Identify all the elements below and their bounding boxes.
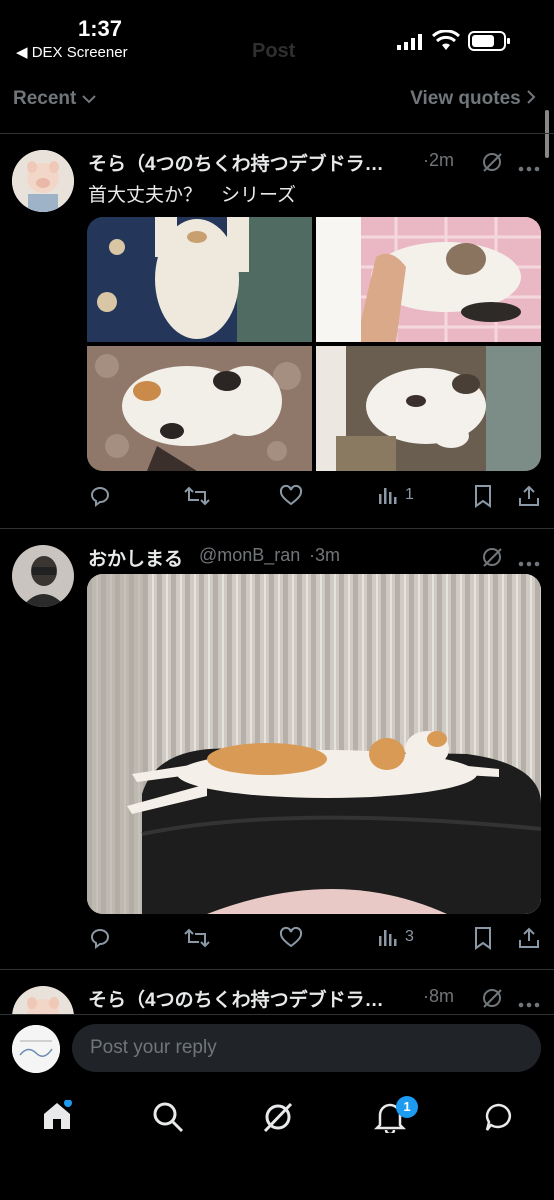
views-icon [379,930,397,946]
views-button[interactable]: 3 [377,926,414,948]
heart-icon [279,926,303,948]
post-image[interactable] [316,217,541,342]
repost-icon [184,486,210,506]
back-to-app-link[interactable]: ◀ DEX Screener [16,43,128,61]
bookmark-icon [475,485,491,508]
bookmark-button[interactable] [472,926,494,950]
bookmark-icon [475,927,491,950]
more-icon[interactable] [518,995,540,1013]
author-name[interactable]: そら（4つのちくわ持つデブドラ… [88,985,384,1012]
notifications-badge: 1 [396,1096,418,1118]
avatar[interactable] [12,150,74,212]
more-icon[interactable] [518,159,540,177]
chevron-down-icon [81,88,96,110]
author-name[interactable]: そら（4つのちくわ持つデブドラ… [88,149,384,176]
recent-filter-label: Recent [13,88,77,110]
more-icon[interactable] [518,554,540,572]
view-quotes-label: View quotes [410,88,521,110]
page-title: Post [252,40,296,62]
grok-icon[interactable] [481,546,503,573]
share-icon [519,485,539,506]
post[interactable]: おかしまる @monB_ran ·3m 3 [0,529,554,969]
avatar[interactable] [12,986,74,1014]
signal-icon [397,34,425,55]
battery-icon [468,30,512,57]
avatar[interactable] [12,545,74,607]
reply-icon [90,487,109,507]
reply-input[interactable]: Post your reply [72,1024,541,1072]
grok-icon[interactable] [481,987,503,1014]
reply-icon [90,929,109,949]
post-image[interactable] [87,346,312,471]
chevron-right-icon [526,88,536,110]
post-time: ·3m [309,545,340,565]
grok-icon[interactable] [481,151,503,178]
author-name[interactable]: おかしまる [88,544,183,571]
status-time: 1:37 [78,16,123,41]
post-image[interactable] [87,217,312,342]
my-avatar[interactable] [12,1025,60,1073]
bookmark-button[interactable] [472,484,494,508]
author-handle[interactable]: @monB_ran [199,545,300,566]
post-image[interactable] [87,574,541,914]
post-time: ·2m [423,150,454,170]
home-icon[interactable] [41,1099,73,1137]
like-button[interactable] [279,484,303,508]
post[interactable]: そら（4つのちくわ持つデブドラ… ·8m [0,970,554,1014]
reply-button[interactable] [88,484,112,508]
share-icon [519,927,539,948]
post[interactable]: そら（4つのちくわ持つデブドラ… ·2m 首大丈夫か？ シリーズ 1 [0,134,554,528]
share-button[interactable] [517,484,541,508]
heart-icon [279,484,303,506]
grok-nav-icon[interactable] [262,1101,294,1138]
views-icon [379,488,397,504]
like-button[interactable] [279,926,303,950]
repost-button[interactable] [184,926,210,950]
share-button[interactable] [517,926,541,950]
post-time: ·8m [423,986,454,1006]
recent-filter-dropdown[interactable]: Recent [13,88,96,110]
post-image[interactable] [316,346,541,471]
reply-button[interactable] [88,926,112,950]
wifi-icon [431,29,461,57]
messages-icon[interactable] [483,1101,515,1138]
post-text: 首大丈夫か？ シリーズ [88,185,297,206]
repost-button[interactable] [184,484,210,508]
view-quotes-link[interactable]: View quotes [410,88,536,110]
views-count: 1 [405,486,414,503]
views-button[interactable]: 1 [377,484,414,506]
search-icon[interactable] [152,1101,184,1138]
repost-icon [184,928,210,948]
views-count: 3 [405,928,414,945]
